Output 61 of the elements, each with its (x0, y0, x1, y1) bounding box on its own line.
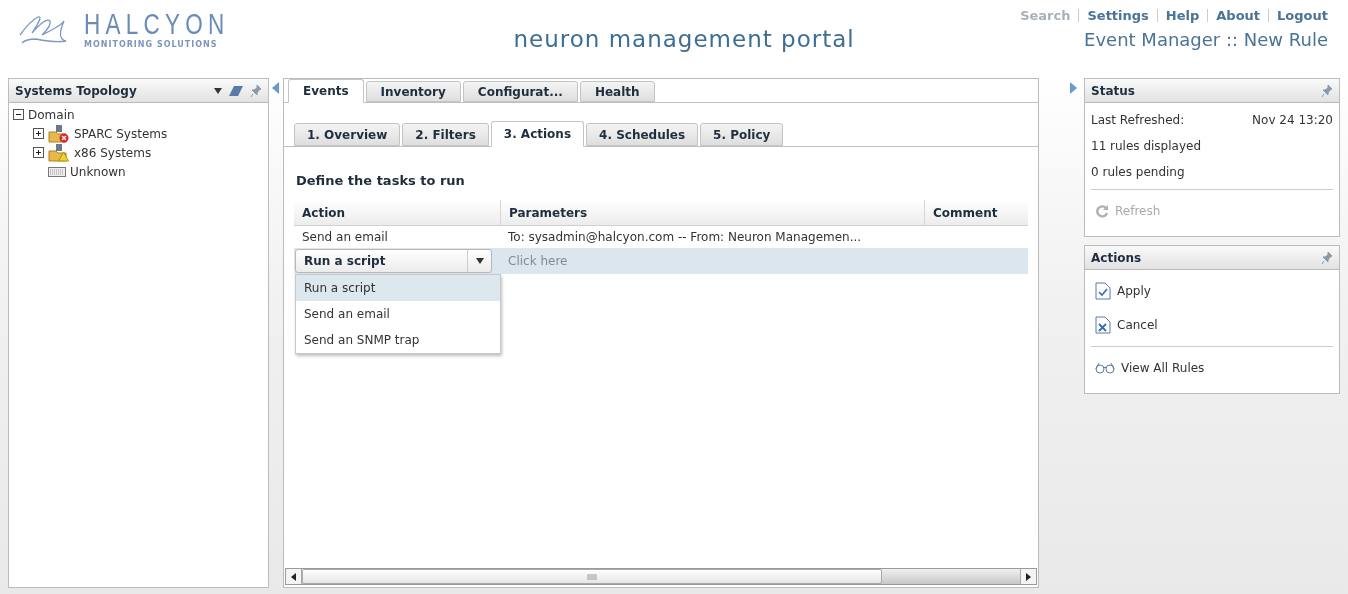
action-link[interactable]: Cancel (1091, 308, 1162, 342)
brand-tagline: MONITORING SOLUTIONS (84, 40, 219, 49)
header-link[interactable]: About (1216, 8, 1261, 23)
section-heading: Define the tasks to run (296, 173, 466, 188)
action-select[interactable]: Run a script (295, 249, 492, 273)
glasses-icon (1095, 362, 1115, 374)
collapse-right-icon[interactable] (1069, 82, 1077, 94)
status-value: Nov 24 13:20 (1252, 113, 1333, 127)
tab[interactable]: Events (288, 79, 364, 103)
tree-item[interactable]: x86 Systems (74, 145, 152, 160)
pin-icon[interactable] (1321, 250, 1333, 265)
header-link[interactable]: Logout (1277, 8, 1328, 23)
horizontal-scrollbar[interactable] (285, 568, 1037, 585)
keyboard-icon (48, 166, 66, 177)
tab[interactable]: Inventory (365, 81, 461, 102)
document-check-icon (1095, 282, 1111, 300)
panel-title: Status (1091, 83, 1136, 98)
brand-name: HALCYON (84, 8, 230, 40)
status-text: 11 rules displayed (1091, 139, 1201, 153)
tab[interactable]: Configurat... (462, 81, 578, 102)
status-text: 0 rules pending (1091, 165, 1185, 179)
refresh-icon (1095, 204, 1109, 218)
header-link[interactable]: Help (1165, 8, 1200, 23)
folder-error-icon (48, 124, 70, 143)
expand-icon[interactable] (33, 147, 44, 158)
column-header[interactable]: Parameters (500, 200, 924, 226)
dropdown-option[interactable]: Send an email (296, 301, 500, 327)
action-link[interactable]: Apply (1091, 274, 1155, 308)
header-link[interactable]: Settings (1087, 8, 1149, 23)
pin-icon[interactable] (250, 83, 262, 98)
tab[interactable]: Health (579, 81, 655, 102)
page-subtitle: Event Manager :: New Rule (1084, 29, 1328, 50)
dropdown-option[interactable]: Run a script (296, 275, 500, 301)
step-tab[interactable]: 3. Actions (490, 121, 585, 147)
table-row[interactable]: Run a script Click here (294, 248, 1028, 274)
status-label: Last Refreshed: (1091, 113, 1185, 127)
tree-item[interactable]: Unknown (70, 164, 126, 179)
tree-item[interactable]: SPARC Systems (74, 126, 168, 141)
panel-title: Systems Topology (15, 83, 138, 98)
dropdown-arrow-icon[interactable] (475, 258, 484, 264)
pin-icon[interactable] (1321, 83, 1333, 98)
dropdown-arrow-icon[interactable] (214, 87, 222, 94)
action-link[interactable]: View All Rules (1091, 351, 1209, 385)
step-tab[interactable]: 2. Filters (402, 123, 489, 146)
folder-warning-icon (48, 143, 70, 162)
step-tab[interactable]: 4. Schedules (586, 123, 699, 146)
table-cell: To: sysadmin@halcyon.com -- From: Neuron Managemen... (508, 230, 862, 244)
column-header[interactable]: Comment (924, 200, 1028, 226)
scroll-right-icon[interactable] (1026, 572, 1031, 581)
dropdown-option[interactable]: Send an SNMP trap (296, 327, 500, 353)
collapse-left-icon[interactable] (272, 82, 280, 94)
collapse-icon[interactable] (13, 109, 24, 120)
table-cell: Send an email (302, 230, 388, 244)
step-tab[interactable]: 5. Policy (700, 123, 784, 146)
scroll-left-icon[interactable] (291, 572, 296, 581)
tree-item[interactable]: Domain (28, 107, 75, 122)
expand-icon[interactable] (33, 128, 44, 139)
panel-title: Actions (1091, 250, 1143, 265)
portal-title: neuron management portal (512, 26, 856, 52)
document-x-icon (1095, 316, 1111, 334)
step-tab[interactable]: 1. Overview (294, 123, 401, 146)
